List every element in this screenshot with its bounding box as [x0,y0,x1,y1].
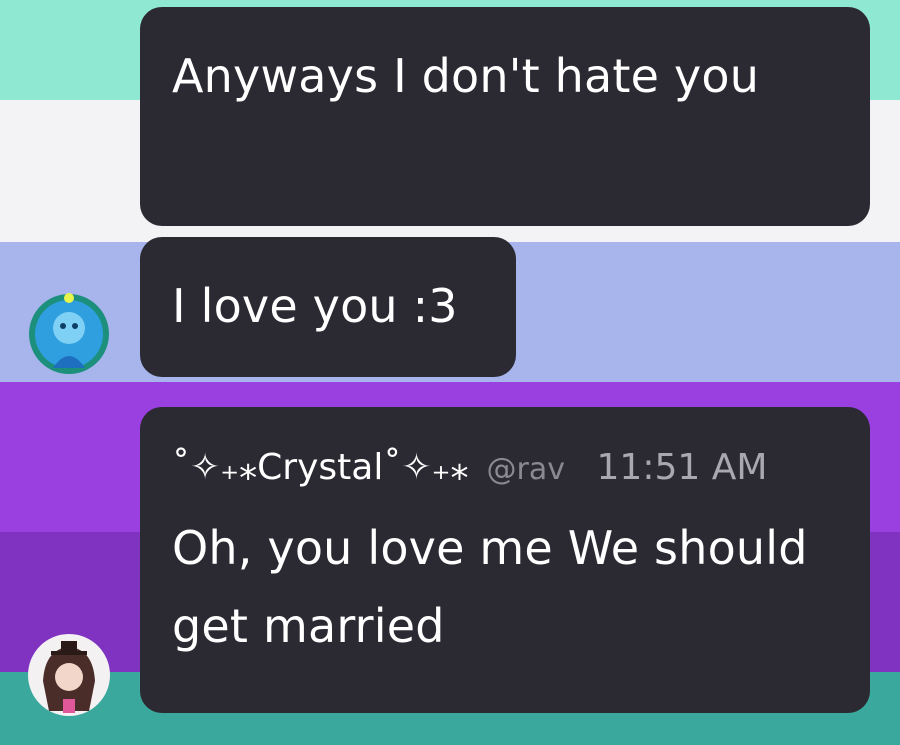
avatar-blue-character[interactable] [27,292,111,376]
message-bubble-1[interactable]: Anyways I don't hate you [140,7,870,226]
avatar-image-icon [28,634,110,716]
avatar-image-icon [29,293,109,374]
timestamp: 11:51 AM [596,447,768,488]
message-bubble-2[interactable]: I love you :3 [140,237,516,377]
message-bubble-3[interactable]: ˚✧₊⁎Crystal˚✧₊⁎ @rav 11:51 AM Oh, you lo… [140,407,870,713]
user-handle: @rav [486,452,565,487]
avatar-dark-hair-character[interactable] [27,633,111,717]
message-text: Anyways I don't hate you [172,49,760,103]
message-text: I love you :3 [172,279,458,333]
message-header: ˚✧₊⁎Crystal˚✧₊⁎ @rav 11:51 AM [172,447,840,499]
message-text: Oh, you love me We should get married [172,521,808,653]
username[interactable]: ˚✧₊⁎Crystal˚✧₊⁎ [172,447,469,488]
